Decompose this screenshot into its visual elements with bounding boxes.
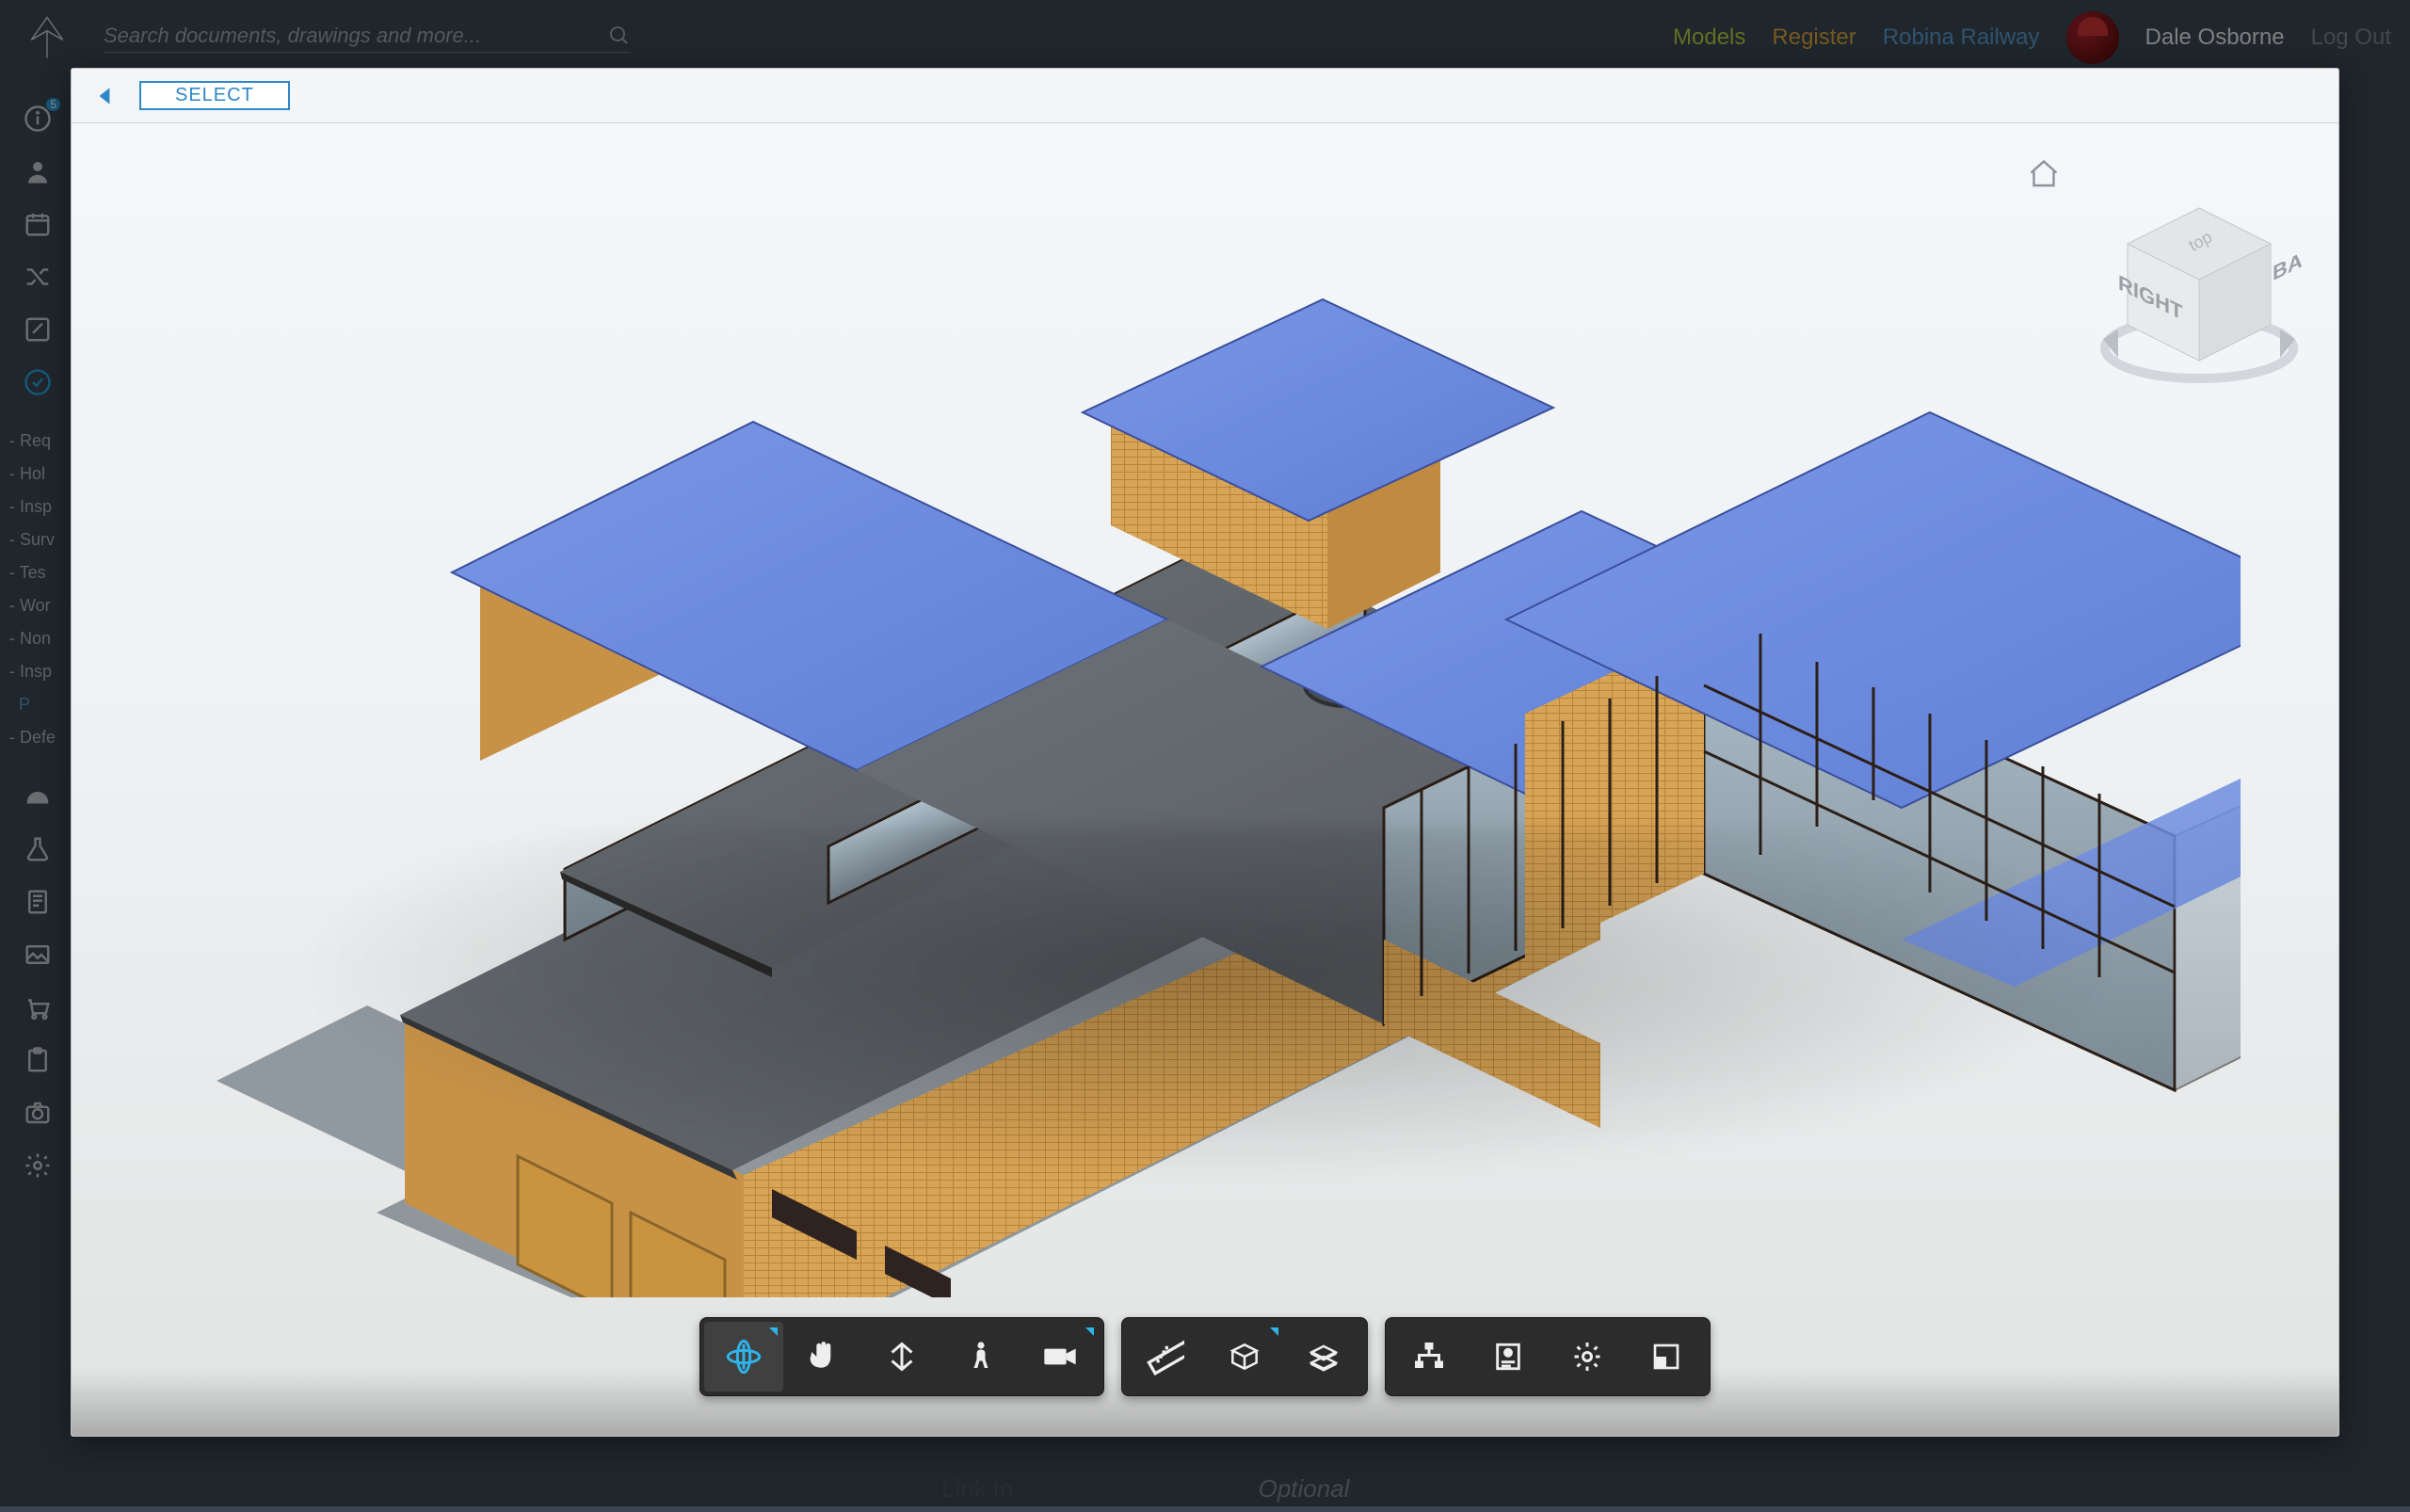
- toolbar-group-nav: [699, 1317, 1104, 1396]
- tool-properties[interactable]: [1469, 1322, 1548, 1391]
- viewer-modal: SELECT: [71, 68, 2339, 1437]
- footer-label: Link to: [941, 1474, 1014, 1504]
- tool-orbit[interactable]: [704, 1322, 783, 1391]
- tool-fullscreen[interactable]: [1627, 1322, 1706, 1391]
- tool-pan[interactable]: [783, 1322, 862, 1391]
- model-scene: [169, 262, 2241, 1297]
- viewer-toolbar: [699, 1317, 1711, 1396]
- user-name[interactable]: Dale Osborne: [2145, 24, 2285, 51]
- select-button[interactable]: SELECT: [139, 81, 290, 110]
- sidebar-camera-icon[interactable]: [23, 1098, 53, 1128]
- sidebar-clipboard-icon[interactable]: [23, 1045, 53, 1075]
- tool-walk[interactable]: [941, 1322, 1020, 1391]
- nav-register[interactable]: Register: [1772, 24, 1856, 51]
- sidebar-badge: 5: [46, 98, 60, 111]
- tool-model-tree[interactable]: [1390, 1322, 1469, 1391]
- logout-link[interactable]: Log Out: [2311, 24, 2391, 51]
- tool-section[interactable]: [1205, 1322, 1284, 1391]
- search-icon: [608, 24, 631, 47]
- page-footer-field: Link to Optional: [941, 1465, 2410, 1512]
- footer-value: Optional: [1259, 1474, 1350, 1504]
- tool-settings[interactable]: [1548, 1322, 1627, 1391]
- dropdown-indicator-icon: [1085, 1327, 1094, 1336]
- nav-project[interactable]: Robina Railway: [1883, 24, 2040, 51]
- sidebar-gear-icon[interactable]: [23, 1150, 53, 1181]
- tool-measure[interactable]: [1126, 1322, 1205, 1391]
- app-logo: [19, 9, 75, 66]
- nav-right: Models Register Robina Railway Dale Osbo…: [1673, 11, 2391, 64]
- sidebar-image-icon[interactable]: [23, 940, 53, 970]
- app-header: Models Register Robina Railway Dale Osbo…: [0, 0, 2410, 75]
- sidebar-user-icon[interactable]: [23, 156, 53, 186]
- sidebar-shuffle-icon[interactable]: [23, 262, 53, 292]
- tool-camera[interactable]: [1020, 1322, 1100, 1391]
- sidebar-flask-icon[interactable]: [23, 834, 53, 864]
- sidebar-info-icon[interactable]: 5: [23, 104, 53, 134]
- sidebar-check-icon[interactable]: [23, 367, 53, 397]
- viewer-canvas[interactable]: RIGHT BACK top: [72, 123, 2338, 1436]
- tool-explode[interactable]: [1284, 1322, 1363, 1391]
- back-arrow-icon[interactable]: [92, 84, 117, 108]
- sidebar: 5: [0, 75, 75, 1506]
- dropdown-indicator-icon: [769, 1327, 778, 1336]
- home-icon[interactable]: [2027, 157, 2061, 191]
- search-bar[interactable]: [104, 24, 631, 53]
- nav-models[interactable]: Models: [1673, 24, 1745, 51]
- viewcube[interactable]: RIGHT BACK top: [2096, 193, 2284, 381]
- dropdown-indicator-icon: [1270, 1327, 1278, 1336]
- sidebar-cart-icon[interactable]: [23, 992, 53, 1022]
- avatar[interactable]: [2066, 11, 2119, 64]
- sidebar-docs-icon[interactable]: [23, 887, 53, 917]
- viewcube-back[interactable]: BACK: [2273, 233, 2303, 285]
- toolbar-group-analyze: [1121, 1317, 1368, 1396]
- tool-zoom[interactable]: [862, 1322, 941, 1391]
- viewer-topbar: SELECT: [72, 69, 2338, 123]
- sidebar-hardhat-icon[interactable]: [23, 781, 53, 812]
- toolbar-group-panels: [1385, 1317, 1711, 1396]
- sidebar-calendar-icon[interactable]: [23, 209, 53, 239]
- sidebar-edit-icon[interactable]: [23, 314, 53, 345]
- search-input[interactable]: [104, 24, 608, 48]
